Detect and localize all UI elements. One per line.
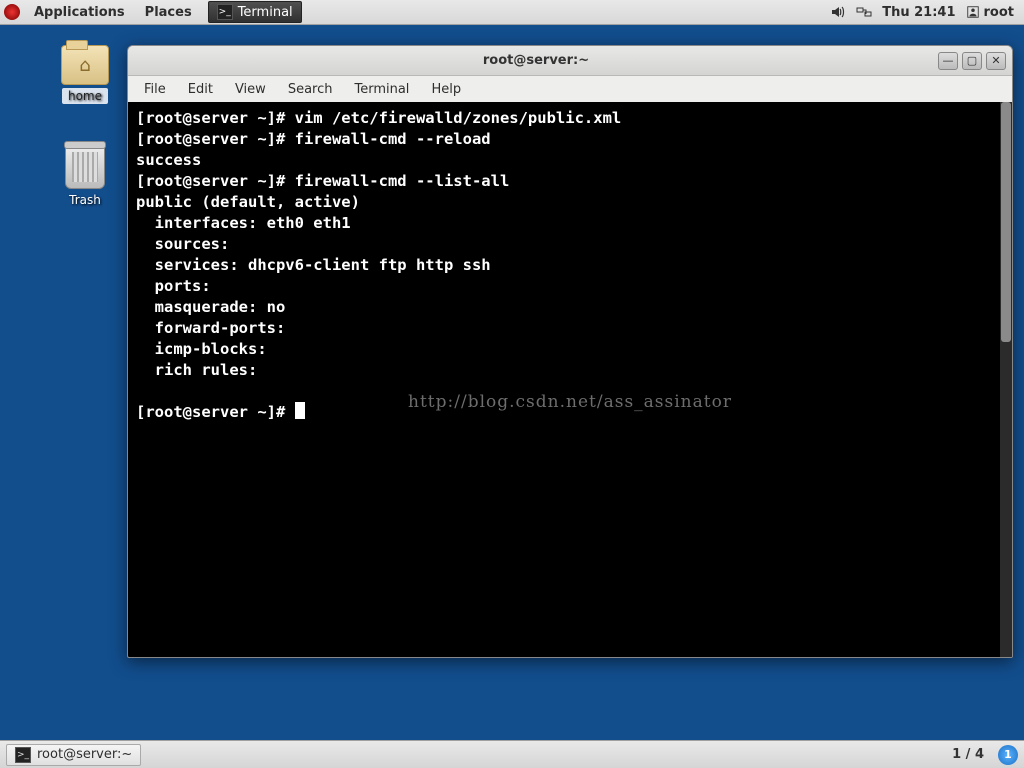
distro-icon <box>4 4 20 20</box>
desktop-icon-label: home <box>62 88 108 104</box>
window-menubar: File Edit View Search Terminal Help <box>128 76 1012 102</box>
minimize-button[interactable]: — <box>938 52 958 70</box>
workspace-indicator[interactable]: 1 / 4 <box>944 747 992 762</box>
menu-help[interactable]: Help <box>421 80 471 99</box>
folder-icon: ⌂ <box>61 45 109 85</box>
menu-file[interactable]: File <box>134 80 176 99</box>
network-icon[interactable] <box>856 4 872 20</box>
panel-task-label: Terminal <box>238 5 293 20</box>
panel-task-terminal[interactable]: >_ Terminal <box>208 1 302 23</box>
terminal-icon: >_ <box>217 4 233 20</box>
taskbar-entry-terminal[interactable]: >_ root@server:~ <box>6 744 141 766</box>
terminal-scrollbar[interactable] <box>1000 102 1012 657</box>
window-controls: — ▢ ✕ <box>938 52 1006 70</box>
terminal-output: [root@server ~]# vim /etc/firewalld/zone… <box>130 104 1010 427</box>
top-panel: Applications Places >_ Terminal Thu 21:4… <box>0 0 1024 25</box>
user-menu[interactable]: root <box>966 5 1015 20</box>
desktop-icon-label: Trash <box>63 192 107 208</box>
scrollbar-thumb[interactable] <box>1001 102 1011 342</box>
bottom-panel: >_ root@server:~ 1 / 4 1 <box>0 740 1024 768</box>
terminal-body[interactable]: [root@server ~]# vim /etc/firewalld/zone… <box>128 102 1012 657</box>
home-icon: ⌂ <box>62 46 108 84</box>
menu-terminal[interactable]: Terminal <box>344 80 419 99</box>
close-button[interactable]: ✕ <box>986 52 1006 70</box>
menu-edit[interactable]: Edit <box>178 80 223 99</box>
terminal-window: root@server:~ — ▢ ✕ File Edit View Searc… <box>127 45 1013 658</box>
places-menu[interactable]: Places <box>135 0 202 24</box>
terminal-icon: >_ <box>15 747 31 763</box>
desktop-icon-trash[interactable]: Trash <box>45 145 125 208</box>
watermark-text: http://blog.csdn.net/ass_assinator <box>128 392 1012 413</box>
maximize-button[interactable]: ▢ <box>962 52 982 70</box>
menu-view[interactable]: View <box>225 80 276 99</box>
window-title: root@server:~ <box>134 53 938 68</box>
window-titlebar[interactable]: root@server:~ — ▢ ✕ <box>128 46 1012 76</box>
user-icon <box>966 5 980 19</box>
clock[interactable]: Thu 21:41 <box>882 5 955 20</box>
applications-menu[interactable]: Applications <box>24 0 135 24</box>
user-label: root <box>984 5 1015 20</box>
notification-badge[interactable]: 1 <box>998 745 1018 765</box>
menu-search[interactable]: Search <box>278 80 343 99</box>
volume-icon[interactable] <box>830 4 846 20</box>
trash-icon <box>65 145 105 189</box>
taskbar-entry-label: root@server:~ <box>37 747 132 762</box>
system-tray: Thu 21:41 root <box>830 4 1020 20</box>
desktop-icon-home[interactable]: ⌂ home <box>45 45 125 104</box>
